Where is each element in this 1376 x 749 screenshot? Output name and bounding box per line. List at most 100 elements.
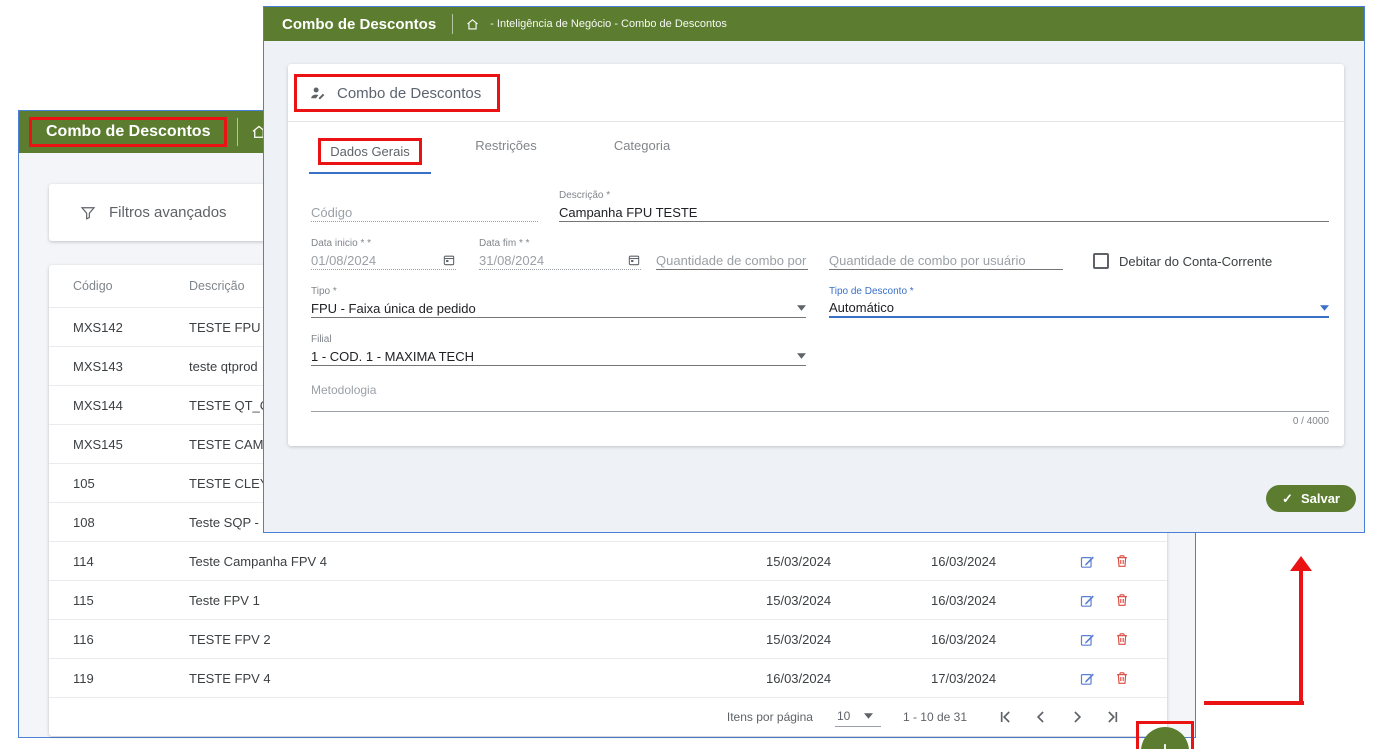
qtd-combo-usuario-placeholder: Quantidade de combo por usuário — [829, 253, 1026, 268]
qtd-combo-cliente-field[interactable]: Quantidade de combo por clien... — [656, 251, 808, 270]
page-range-label: 1 - 10 de 31 — [903, 710, 967, 724]
metodologia-placeholder: Metodologia — [311, 382, 1329, 412]
char-counter: 0 / 4000 — [311, 416, 1329, 427]
delete-icon[interactable] — [1114, 631, 1130, 647]
first-page-button[interactable] — [995, 707, 1015, 727]
cell-data-fim: 17/03/2024 — [931, 671, 1079, 686]
column-header-codigo: Código — [73, 279, 189, 293]
data-inicio-field[interactable]: Data inicio * * 01/08/2024 — [311, 238, 456, 270]
form-window: Combo de Descontos - Inteligência de Neg… — [263, 6, 1365, 533]
tipo-value: FPU - Faixa única de pedido — [311, 301, 476, 316]
qtd-combo-usuario-field[interactable]: Quantidade de combo por usuário — [829, 251, 1063, 270]
cell-codigo: 108 — [73, 515, 189, 530]
table-row[interactable]: 119 TESTE FPV 4 16/03/2024 17/03/2024 — [49, 658, 1167, 697]
home-icon[interactable] — [465, 17, 480, 32]
form-card: Combo de Descontos Dados Gerais Restriçõ… — [288, 64, 1344, 446]
cell-codigo: 116 — [73, 632, 189, 647]
next-page-button[interactable] — [1067, 707, 1087, 727]
cell-actions — [1079, 631, 1143, 648]
breadcrumb: - Inteligência de Negócio - Combo de Des… — [490, 18, 727, 30]
delete-icon[interactable] — [1114, 670, 1130, 686]
page-size-value: 10 — [837, 709, 850, 723]
page-size-select[interactable]: 10 — [835, 707, 881, 727]
save-button[interactable]: ✓ Salvar — [1266, 485, 1356, 512]
tipo-select[interactable]: Tipo * FPU - Faixa única de pedido — [311, 286, 806, 318]
debitar-checkbox[interactable] — [1093, 253, 1109, 269]
form-window-title: Combo de Descontos — [266, 16, 452, 33]
cell-codigo: 119 — [73, 671, 189, 686]
pagination-nav — [995, 707, 1123, 727]
check-icon: ✓ — [1282, 491, 1293, 507]
items-per-page-label: Itens por página — [727, 710, 813, 724]
filial-select[interactable]: Filial 1 - COD. 1 - MAXIMA TECH — [311, 334, 806, 366]
data-fim-label: Data fim * * — [479, 238, 641, 251]
cell-actions — [1079, 592, 1143, 609]
table-row[interactable]: 115 Teste FPV 1 15/03/2024 16/03/2024 — [49, 580, 1167, 619]
tab-categoria[interactable]: Categoria — [581, 132, 703, 174]
descricao-field[interactable]: Descrição * Campanha FPU TESTE — [559, 190, 1329, 222]
tab-restricoes[interactable]: Restrições — [445, 132, 567, 174]
chevron-down-icon — [797, 353, 806, 359]
tipo-desconto-select[interactable]: Tipo de Desconto * Automático — [829, 286, 1329, 318]
cell-data-inicio: 15/03/2024 — [766, 593, 931, 608]
card-divider — [288, 121, 1344, 122]
descricao-label: Descrição * — [559, 190, 1329, 203]
last-page-button[interactable] — [1103, 707, 1123, 727]
calendar-icon[interactable] — [442, 253, 456, 267]
metodologia-field[interactable]: Metodologia 0 / 4000 — [311, 382, 1329, 427]
advanced-filters-label: Filtros avançados — [109, 204, 227, 221]
cell-codigo: MXS144 — [73, 398, 189, 413]
filter-icon — [79, 204, 97, 222]
cell-codigo: 114 — [73, 554, 189, 569]
table-row[interactable]: 116 TESTE FPV 2 15/03/2024 16/03/2024 — [49, 619, 1167, 658]
delete-icon[interactable] — [1114, 592, 1130, 608]
tab-restricoes-label: Restrições — [475, 138, 536, 153]
form-fields: Código Descrição * Campanha FPU TESTE Da… — [288, 190, 1344, 427]
cell-actions — [1079, 553, 1143, 570]
edit-icon[interactable] — [1079, 553, 1096, 570]
chevron-down-icon — [864, 713, 873, 719]
annotation-arrow-vertical — [1299, 570, 1303, 705]
cell-codigo: 105 — [73, 476, 189, 491]
debitar-label: Debitar do Conta-Corrente — [1119, 254, 1272, 269]
cell-data-inicio: 16/03/2024 — [766, 671, 931, 686]
delete-icon[interactable] — [1114, 553, 1130, 569]
cell-data-fim: 16/03/2024 — [931, 554, 1079, 569]
tab-dados-gerais[interactable]: Dados Gerais — [309, 132, 431, 174]
calendar-icon[interactable] — [627, 253, 641, 267]
data-inicio-label: Data inicio * * — [311, 238, 456, 251]
edit-icon[interactable] — [1079, 592, 1096, 609]
codigo-field[interactable]: Código — [311, 203, 538, 222]
pagination-bar: Itens por página 10 1 - 10 de 31 — [49, 697, 1167, 736]
annotation-box-active-tab: Dados Gerais — [318, 138, 421, 165]
edit-icon[interactable] — [1079, 631, 1096, 648]
previous-page-button[interactable] — [1031, 707, 1051, 727]
data-fim-field[interactable]: Data fim * * 31/08/2024 — [479, 238, 641, 270]
data-fim-value: 31/08/2024 — [479, 253, 544, 268]
page: Combo de Descontos Filtros avançados — [0, 0, 1376, 749]
annotation-arrow-horizontal — [1204, 701, 1304, 705]
filial-label: Filial — [311, 334, 806, 347]
descricao-value: Campanha FPU TESTE — [559, 205, 697, 220]
list-window-title: Combo de Descontos — [46, 123, 210, 140]
person-edit-icon — [309, 84, 327, 102]
form-window-header: Combo de Descontos - Inteligência de Neg… — [264, 7, 1364, 41]
tab-categoria-label: Categoria — [614, 138, 670, 153]
tab-dados-gerais-label: Dados Gerais — [330, 144, 409, 159]
annotation-box-card-title: Combo de Descontos — [294, 74, 500, 112]
edit-icon[interactable] — [1079, 670, 1096, 687]
cell-descricao: TESTE FPV 2 — [189, 632, 766, 647]
table-row[interactable]: 114 Teste Campanha FPV 4 15/03/2024 16/0… — [49, 541, 1167, 580]
codigo-placeholder: Código — [311, 205, 352, 220]
tipo-label: Tipo * — [311, 286, 806, 299]
cell-codigo: MXS143 — [73, 359, 189, 374]
chevron-down-icon — [1320, 305, 1329, 311]
cell-data-fim: 16/03/2024 — [931, 632, 1079, 647]
data-inicio-value: 01/08/2024 — [311, 253, 376, 268]
annotation-box-list-title: Combo de Descontos — [29, 117, 227, 147]
tipo-desconto-value: Automático — [829, 300, 894, 315]
cell-codigo: MXS145 — [73, 437, 189, 452]
cell-descricao: Teste Campanha FPV 4 — [189, 554, 766, 569]
cell-data-fim: 16/03/2024 — [931, 593, 1079, 608]
annotation-arrow-head — [1290, 556, 1312, 571]
